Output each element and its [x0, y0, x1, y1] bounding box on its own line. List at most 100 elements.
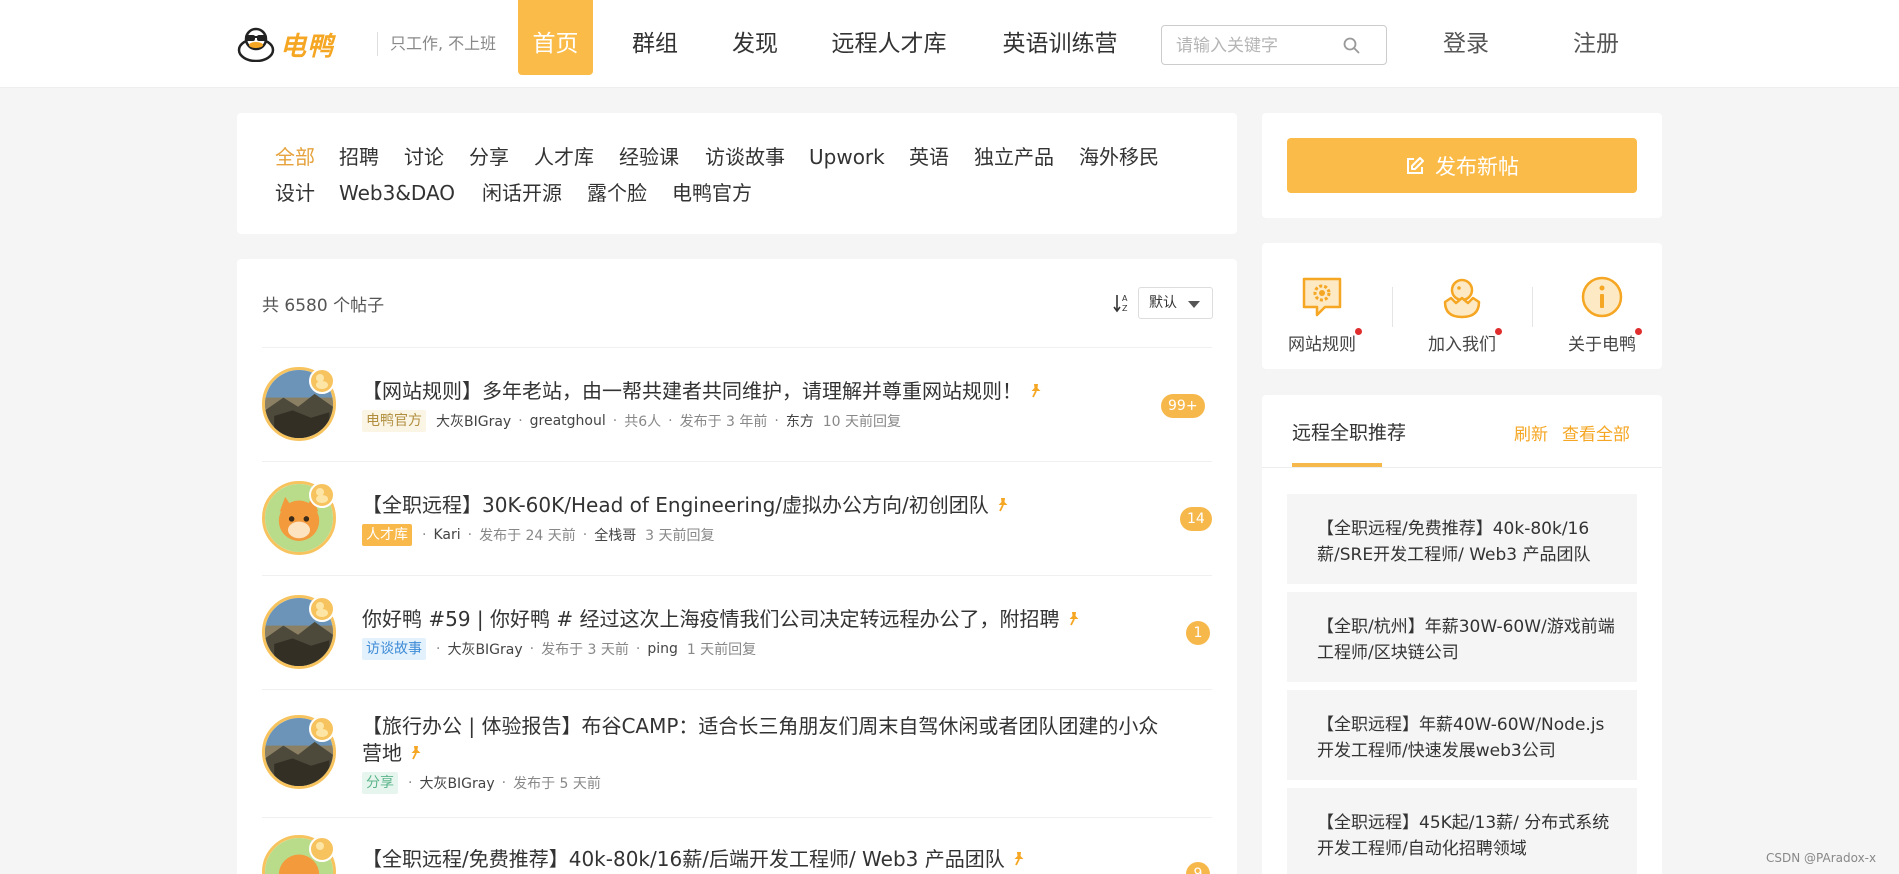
- recommend-title: 远程全职推荐: [1292, 422, 1407, 444]
- post-replier[interactable]: ping: [647, 641, 678, 657]
- post-reply-time: 1 天前回复: [686, 642, 757, 658]
- nav-home[interactable]: 首页: [518, 0, 593, 75]
- category-all[interactable]: 全部: [275, 143, 315, 171]
- post-time: 发布于 3 天前: [541, 642, 629, 658]
- post-title[interactable]: 【网站规则】多年老站，由一帮共建者共同维护，请理解并尊重网站规则！: [362, 375, 1044, 404]
- job-card[interactable]: 【全职远程】年薪40W-60W/Node.js开发工程师/快速发展web3公司: [1287, 690, 1637, 780]
- notification-dot: [1495, 328, 1502, 335]
- divider: [1532, 287, 1533, 327]
- divider: [1392, 287, 1393, 327]
- post-time: 发布于 5 天前: [513, 776, 601, 792]
- job-card[interactable]: 【全职远程/免费推荐】40k-80k/16薪/SRE开发工程师/ Web3 产品…: [1287, 494, 1637, 584]
- category-indie[interactable]: 独立产品: [974, 143, 1054, 171]
- sort-az-icon: A Z: [1113, 294, 1128, 313]
- post-author[interactable]: 大灰BIGray: [419, 773, 494, 793]
- sort-select[interactable]: 默认: [1138, 287, 1213, 319]
- nav-groups[interactable]: 群组: [620, 0, 690, 75]
- category-english[interactable]: 英语: [909, 143, 949, 171]
- divider: [1262, 467, 1662, 468]
- post-author[interactable]: Kari: [433, 527, 460, 543]
- site-logo[interactable]: 电鸭: [236, 26, 334, 62]
- duck-badge-icon: [309, 482, 335, 508]
- post-participants: 共6人: [624, 414, 662, 430]
- sort-control: A Z 默认: [1112, 287, 1213, 319]
- register-link[interactable]: 注册: [1573, 0, 1619, 88]
- post-replier[interactable]: 全栈哥: [594, 525, 636, 545]
- quick-link-rules[interactable]: 网站规则: [1267, 274, 1377, 355]
- gear-chat-icon: [1302, 277, 1342, 317]
- post-author[interactable]: 大灰BIGray: [436, 411, 511, 431]
- post-title[interactable]: 你好鸭 #59 | 你好鸭 # 经过这次上海疫情我们公司决定转远程办公了，附招聘: [362, 603, 1082, 632]
- category-official[interactable]: 电鸭官方: [672, 179, 752, 207]
- sort-select-value: 默认: [1149, 295, 1177, 311]
- pin-icon: [1031, 384, 1041, 398]
- quick-link-label: 关于电鸭: [1568, 328, 1642, 355]
- quick-link-label: 网站规则: [1288, 328, 1362, 355]
- login-link[interactable]: 登录: [1443, 0, 1489, 88]
- category-showface[interactable]: 露个脸: [587, 179, 647, 207]
- category-talent[interactable]: 人才库: [534, 143, 594, 171]
- post-title[interactable]: 【旅行办公 | 体验报告】布谷CAMP：适合长三角朋友们周末自驾休闲或者团队团建…: [362, 710, 1158, 739]
- category-opensource[interactable]: 闲话开源: [482, 179, 562, 207]
- category-immigration[interactable]: 海外移民: [1079, 143, 1159, 171]
- post-tag[interactable]: 人才库: [362, 524, 412, 546]
- post-reply-time: 3 天前回复: [645, 528, 715, 544]
- publish-post-button[interactable]: 发布新帖: [1287, 138, 1637, 193]
- divider: [262, 347, 1212, 348]
- post-reply-time: 10 天前回复: [822, 414, 902, 430]
- quick-link-about[interactable]: 关于电鸭: [1547, 274, 1657, 355]
- category-discuss[interactable]: 讨论: [404, 143, 444, 171]
- category-share[interactable]: 分享: [469, 143, 509, 171]
- svg-text:Z: Z: [1122, 304, 1128, 313]
- post-time: 发布于 3 年前: [679, 414, 768, 430]
- quick-link-label: 加入我们: [1428, 328, 1502, 355]
- search-input[interactable]: [1176, 34, 1336, 58]
- reply-count-badge: 14: [1180, 507, 1212, 531]
- logo-text: 电鸭: [280, 31, 335, 62]
- post-replier[interactable]: 东方: [786, 411, 814, 431]
- view-all-link[interactable]: 查看全部: [1562, 420, 1630, 445]
- nav-english-camp[interactable]: 英语训练营: [995, 0, 1125, 75]
- notification-dot: [1635, 328, 1642, 335]
- duck-badge-icon: [309, 368, 335, 394]
- category-interview[interactable]: 访谈故事: [705, 143, 785, 171]
- post-tag[interactable]: 电鸭官方: [362, 410, 426, 432]
- post-co-author[interactable]: greatghoul: [530, 413, 606, 429]
- site-slogan: 只工作, 不上班: [377, 32, 496, 56]
- quick-link-join[interactable]: 加入我们: [1407, 274, 1517, 355]
- duck-badge-icon: [309, 596, 335, 622]
- notification-dot: [1355, 328, 1362, 335]
- info-icon: [1581, 276, 1623, 318]
- divider: [262, 817, 1212, 818]
- search-box: [1161, 25, 1387, 65]
- job-card[interactable]: 【全职/杭州】年薪30W-60W/游戏前端工程师/区块链公司: [1287, 592, 1637, 682]
- post-count: 共 6580 个帖子: [262, 296, 385, 316]
- post-title[interactable]: 【全职远程/免费推荐】40k-80k/16薪/后端开发工程师/ Web3 产品团…: [362, 843, 1027, 872]
- post-meta: 人才库 · Kari · 发布于 24 天前 · 全栈哥 3 天前回复: [362, 524, 715, 546]
- pin-icon: [998, 498, 1008, 512]
- duck-badge-icon: [309, 716, 335, 742]
- post-tag[interactable]: 访谈故事: [362, 638, 426, 660]
- nav-talent-pool[interactable]: 远程人才库: [824, 0, 954, 75]
- nav-discover[interactable]: 发现: [720, 0, 790, 75]
- publish-post-label: 发布新帖: [1435, 154, 1519, 179]
- pin-icon: [411, 746, 421, 760]
- category-design[interactable]: 设计: [275, 179, 315, 207]
- category-course[interactable]: 经验课: [619, 143, 679, 171]
- reply-count-badge: 99+: [1161, 394, 1205, 418]
- post-author[interactable]: 大灰BIGray: [447, 639, 522, 659]
- post-title[interactable]: 【全职远程】30K-60K/Head of Engineering/虚拟办公方向…: [362, 489, 1011, 518]
- post-title-continued[interactable]: 营地: [362, 737, 424, 766]
- category-web3[interactable]: Web3&DAO: [339, 179, 455, 207]
- refresh-link[interactable]: 刷新: [1514, 420, 1548, 445]
- divider: [262, 689, 1212, 690]
- post-tag[interactable]: 分享: [362, 772, 398, 794]
- edit-icon: [1407, 156, 1424, 174]
- post-meta: 分享 · 大灰BIGray · 发布于 5 天前: [362, 772, 601, 794]
- search-icon[interactable]: [1342, 36, 1362, 56]
- category-upwork[interactable]: Upwork: [809, 143, 885, 171]
- job-card[interactable]: 【全职远程】45K起/13薪/ 分布式系统开发工程师/自动化招聘领域: [1287, 788, 1637, 874]
- category-recruit[interactable]: 招聘: [339, 143, 379, 171]
- hatching-duck-icon: [1443, 278, 1481, 319]
- post-time: 发布于 24 天前: [479, 528, 576, 544]
